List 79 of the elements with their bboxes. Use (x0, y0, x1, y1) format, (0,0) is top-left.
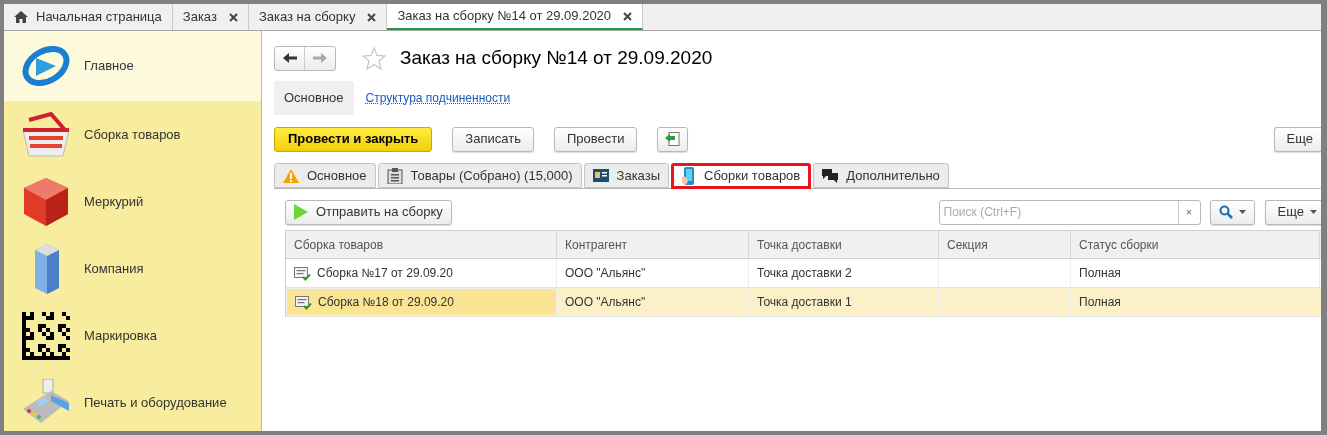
tab-label: Дополнительно (846, 166, 940, 185)
form-tab[interactable]: Товары (Собрано) (15,000) (377, 163, 582, 188)
search-field[interactable]: Поиск (Ctrl+F) × (938, 199, 1201, 225)
column-header[interactable]: Контрагент (557, 231, 749, 258)
related-docs-button[interactable] (657, 126, 689, 152)
document-check-icon (294, 265, 311, 281)
window-tab[interactable]: Заказ (172, 4, 249, 30)
table-cell: ООО "Альянс" (557, 259, 749, 287)
window-tab[interactable]: Заказ на сборку №14 от 29.09.2020 (387, 4, 644, 30)
search-icon (1218, 205, 1233, 219)
column-header[interactable]: Секция (939, 231, 1071, 258)
column-header[interactable]: Сборка товаров (286, 231, 557, 258)
document-title: Заказ на сборку №14 от 29.09.2020 (400, 45, 713, 70)
tab-label: Заказ на сборку №14 от 29.09.2020 (397, 7, 612, 26)
basket-icon (21, 111, 71, 158)
post-and-close-button[interactable]: Провести и закрыть (274, 126, 433, 152)
home-icon (14, 11, 28, 23)
sidebar-item[interactable]: Главное (4, 31, 261, 101)
sidebar-label: Компания (84, 259, 144, 278)
table-cell: Сборка №18 от 29.09.20 (286, 288, 557, 316)
search-button[interactable] (1209, 199, 1255, 225)
window-tab[interactable]: Начальная страница (4, 4, 173, 30)
tab-label: Товары (Собрано) (15,000) (410, 166, 573, 185)
tab-label: Заказ на сборку (258, 8, 356, 27)
sidebar-item[interactable]: Маркировка (4, 302, 261, 369)
command-button[interactable]: Провести (553, 126, 638, 152)
sidebar-item[interactable]: Печать и оборудование (4, 369, 261, 435)
play-icon (294, 204, 308, 220)
star-icon[interactable] (362, 46, 386, 70)
command-button[interactable]: Записать (452, 126, 534, 152)
clipboard-icon (386, 167, 403, 184)
sidebar-item[interactable]: Компания (4, 235, 261, 302)
table-cell: ООО "Альянс" (557, 288, 749, 316)
table-row[interactable]: Сборка №17 от 29.09.20 ООО "Альянс" Точка доставки 2 Полная (286, 259, 1321, 288)
form-tab[interactable]: Заказы (583, 163, 669, 188)
phone-icon (682, 167, 696, 185)
data-matrix-icon (22, 311, 70, 360)
table-cell: Полная (1071, 288, 1320, 316)
tab-label: Заказ (182, 8, 217, 27)
form-tab[interactable]: Сборки товаров (671, 163, 812, 189)
table-cell: Полная (1071, 259, 1320, 287)
tab-label: Начальная страница (36, 8, 162, 27)
table-cell: Точка доставки 2 (749, 259, 939, 287)
table-cell: Точка доставки 1 (749, 288, 939, 316)
document-check-icon (295, 294, 312, 310)
logo-icon (22, 44, 70, 88)
sidebar-label: Маркировка (84, 326, 157, 345)
close-icon[interactable] (623, 11, 633, 21)
warning-icon (283, 168, 299, 183)
sidebar-label: Сборка товаров (84, 125, 181, 144)
close-icon[interactable] (228, 12, 238, 22)
sidebar-label: Меркурий (84, 192, 144, 211)
form-tab[interactable]: Основное (274, 163, 376, 188)
clear-button[interactable]: × (1177, 200, 1200, 224)
subordination-link[interactable]: Структура подчиненности (365, 89, 511, 107)
cube-icon (24, 177, 68, 226)
more-button[interactable]: Еще (1264, 199, 1321, 225)
arrow-right-icon (313, 53, 327, 63)
sidebar-label: Печать и оборудование (84, 393, 227, 412)
tab-label: Заказы (616, 166, 660, 185)
sidebar-item[interactable]: Меркурий (4, 168, 261, 235)
column-header[interactable]: Точка доставки (749, 231, 939, 258)
send-to-assembly-button[interactable]: Отправить на сборку (285, 199, 452, 225)
table-row[interactable]: Сборка №18 от 29.09.20 ООО "Альянс" Точка доставки 1 Полная (286, 288, 1321, 317)
chat-icon (822, 168, 839, 183)
sidebar-item[interactable]: Сборка товаров (4, 101, 261, 168)
section-tab[interactable]: Основное (274, 81, 354, 115)
table-cell: Сборка №17 от 29.09.20 (286, 259, 557, 287)
more-button[interactable]: Еще (1273, 126, 1321, 152)
arrow-left-icon (282, 53, 297, 63)
tab-label: Основное (307, 166, 367, 185)
close-icon[interactable] (367, 12, 377, 22)
caret-icon (1310, 210, 1317, 214)
id-card-icon (592, 169, 609, 182)
column-header[interactable]: Статус сборки (1071, 231, 1320, 258)
form-tab[interactable]: Дополнительно (813, 163, 949, 188)
caret-icon (1238, 210, 1246, 214)
sidebar-label: Главное (84, 57, 134, 76)
tab-label: Сборки товаров (704, 167, 801, 186)
